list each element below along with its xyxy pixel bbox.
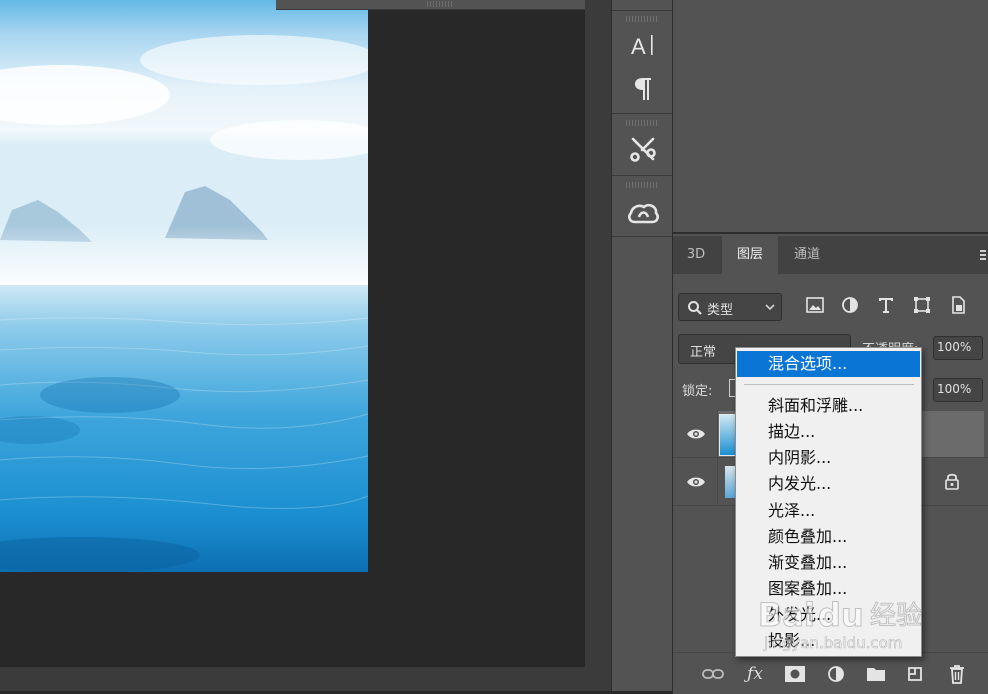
document-image[interactable]	[0, 0, 368, 572]
search-icon	[688, 301, 702, 315]
tab-channels[interactable]: 通道	[779, 236, 835, 274]
menu-item-bevel-emboss[interactable]: 斜面和浮雕...	[737, 393, 920, 419]
lock-icon[interactable]	[944, 472, 960, 490]
eye-icon[interactable]	[685, 472, 707, 492]
blend-mode-label: 正常	[690, 345, 717, 360]
fill-field[interactable]: 100%	[933, 378, 983, 402]
fx-glyph: ƒx	[747, 664, 763, 684]
column-grip[interactable]	[626, 120, 658, 126]
link-icon[interactable]	[702, 663, 724, 685]
adjustment-icon[interactable]	[825, 663, 847, 685]
chevron-down-icon	[765, 304, 775, 311]
smart-object-filter-icon[interactable]	[947, 294, 969, 316]
group-folder-icon[interactable]	[865, 663, 887, 685]
menu-item-satin[interactable]: 光泽...	[737, 498, 920, 524]
svg-text:经验: 经验	[870, 601, 922, 631]
layers-bottom-bar: ƒx	[673, 652, 988, 694]
svg-text:A: A	[631, 34, 646, 58]
divider	[612, 175, 672, 176]
canvas-area[interactable]	[0, 0, 585, 667]
menu-item-color-overlay[interactable]: 颜色叠加...	[737, 524, 920, 550]
type-filter-icon[interactable]	[875, 294, 897, 316]
tab-layers[interactable]: 图层	[722, 236, 778, 274]
character-icon[interactable]: A	[626, 28, 660, 62]
panel-icon-column: A	[611, 0, 673, 691]
panel-tab-bar: 3D 图层 通道	[673, 236, 988, 274]
opacity-field[interactable]: 100%	[933, 336, 983, 360]
new-layer-icon[interactable]	[904, 663, 926, 685]
divider	[612, 10, 672, 11]
menu-separator	[744, 384, 914, 385]
divider	[717, 458, 718, 506]
divider	[717, 410, 718, 458]
column-grip[interactable]	[626, 182, 658, 188]
horizontal-scrollbar[interactable]	[0, 667, 585, 691]
panel-menu-icon[interactable]	[980, 250, 986, 260]
tab-3d[interactable]: 3D	[673, 236, 719, 274]
menu-item-blending-options[interactable]: 混合选项...	[737, 351, 920, 377]
filter-type-select[interactable]: 类型	[678, 293, 782, 321]
divider	[612, 236, 672, 237]
svg-text:Bai: Bai	[758, 596, 815, 634]
panel-grip[interactable]	[427, 1, 453, 7]
mask-icon[interactable]	[784, 663, 806, 685]
column-grip[interactable]	[626, 16, 658, 22]
divider	[612, 113, 672, 114]
menu-item-inner-glow[interactable]: 内发光...	[737, 471, 920, 497]
menu-item-stroke[interactable]: 描边...	[737, 419, 920, 445]
paragraph-icon[interactable]	[626, 72, 660, 106]
trash-icon[interactable]	[946, 663, 968, 685]
upper-panel	[673, 0, 988, 232]
svg-text:jingyan.baidu.com: jingyan.baidu.com	[763, 634, 902, 652]
shape-filter-icon[interactable]	[911, 294, 933, 316]
fx-icon[interactable]: ƒx	[744, 663, 766, 685]
baidu-jingyan-watermark: Bai du 经验 jingyan.baidu.com	[758, 584, 938, 654]
seascape-photo	[0, 0, 368, 572]
watermark-logo: Bai du 经验 jingyan.baidu.com	[758, 596, 923, 653]
vertical-scrollbar[interactable]	[585, 0, 611, 691]
eye-icon[interactable]	[685, 424, 707, 444]
adjustment-filter-icon[interactable]	[839, 294, 861, 316]
image-filter-icon[interactable]	[804, 294, 826, 316]
menu-item-gradient-overlay[interactable]: 渐变叠加...	[737, 550, 920, 576]
menu-item-inner-shadow[interactable]: 内阴影...	[737, 445, 920, 471]
creative-cloud-icon[interactable]	[626, 196, 660, 230]
tools-icon[interactable]	[626, 132, 660, 166]
fill-value: 100%	[937, 382, 972, 396]
lock-label: 锁定:	[682, 384, 713, 399]
filter-type-label: 类型	[707, 303, 734, 318]
opacity-value: 100%	[937, 340, 972, 354]
svg-text:du: du	[818, 596, 864, 634]
